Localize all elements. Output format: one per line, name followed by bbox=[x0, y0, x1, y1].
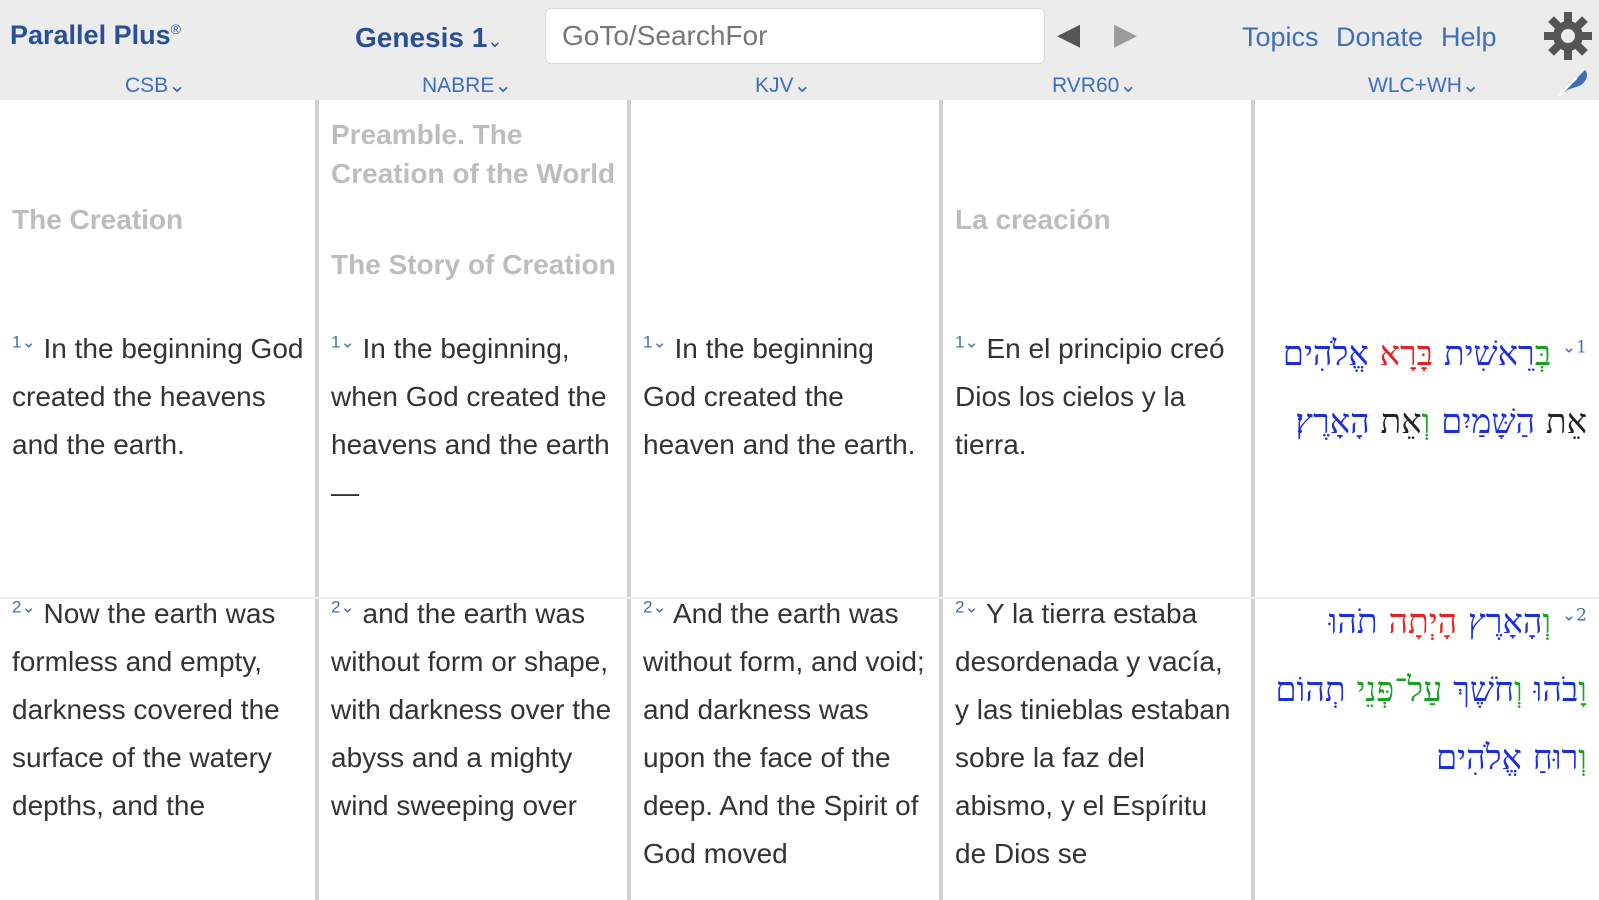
hebrew-word[interactable]: אֱלֹהִים bbox=[1283, 334, 1369, 374]
hebrew-word[interactable]: רוּחַ bbox=[1533, 738, 1579, 778]
chevron-down-icon: ⌄ bbox=[487, 31, 503, 51]
hebrew-word[interactable]: אֵת bbox=[1546, 402, 1587, 442]
search-input[interactable] bbox=[545, 8, 1045, 64]
verse-number[interactable]: 1⌄ bbox=[955, 333, 979, 352]
verse-2: 2⌄ and the earth was without form or sha… bbox=[331, 590, 617, 830]
hebrew-word[interactable]: הָיְתָה bbox=[1388, 602, 1457, 642]
chevron-down-icon: ⌄ bbox=[494, 74, 512, 97]
chevron-down-icon: ⌄ bbox=[168, 74, 186, 97]
verse-1: 1⌄ En el principio creó Dios los cielos … bbox=[955, 325, 1241, 469]
verse-text: In the beginning God created the heavens… bbox=[12, 333, 304, 460]
section-heading: Preamble. The Creation of the World bbox=[331, 119, 616, 189]
hebrew-word[interactable]: הַשָּׁמַיִם bbox=[1441, 402, 1535, 442]
verse-2: 2⌄ Y la tierra estaba desordenada y vací… bbox=[955, 590, 1241, 878]
chevron-down-icon: ⌄ bbox=[1461, 74, 1480, 97]
top-bar: Parallel Plus® Genesis 1⌄ ◀ ▶ Topics Don… bbox=[0, 0, 1599, 100]
verse-number[interactable]: 1⌄ bbox=[1562, 338, 1587, 358]
verse-text: Now the earth was formless and empty, da… bbox=[12, 598, 280, 821]
registered-mark: ® bbox=[170, 21, 181, 37]
previous-chapter-icon[interactable]: ◀ bbox=[1057, 17, 1080, 52]
help-link[interactable]: Help bbox=[1441, 22, 1497, 53]
column-rvr60: La creación 1⌄ En el principio creó Dios… bbox=[943, 100, 1251, 900]
feather-icon[interactable] bbox=[1555, 66, 1591, 98]
hebrew-word[interactable]: בְּ bbox=[1535, 334, 1551, 374]
section-heading: The Creation bbox=[12, 204, 184, 235]
chevron-down-icon: ⌄ bbox=[793, 74, 812, 97]
verse-number[interactable]: 1⌄ bbox=[12, 333, 36, 352]
hebrew-word[interactable]: הָאָרֶץ׃ bbox=[1295, 402, 1369, 442]
hebrew-word[interactable]: תֹהוּ bbox=[1329, 602, 1378, 642]
hebrew-word[interactable]: וְ bbox=[1578, 738, 1587, 778]
hebrew-word[interactable]: אֱלֹהִים bbox=[1436, 738, 1522, 778]
hebrew-word[interactable]: בֹהוּ bbox=[1534, 670, 1579, 710]
version-selector-csb[interactable]: CSB⌄ bbox=[125, 73, 186, 98]
hebrew-word[interactable]: חֹשֶׁךְ bbox=[1453, 670, 1514, 710]
book-chapter-selector[interactable]: Genesis 1⌄ bbox=[355, 22, 502, 54]
version-selector-kjv[interactable]: KJV⌄ bbox=[755, 73, 811, 98]
verse-2: 2⌄ And the earth was without form, and v… bbox=[643, 590, 929, 878]
hebrew-word[interactable]: הָאָרֶץ bbox=[1468, 602, 1542, 642]
column-wlc: 1⌄ בְּרֵאשִׁית בָּרָא אֱלֹהִים אֵת הַשָּ… bbox=[1255, 100, 1599, 900]
hebrew-word[interactable]: עַל־פְּנֵי bbox=[1356, 670, 1442, 710]
gear-icon[interactable] bbox=[1542, 10, 1594, 62]
hebrew-word[interactable]: וָ bbox=[1578, 670, 1587, 710]
column-csb: The Creation 1⌄ In the beginning God cre… bbox=[0, 100, 315, 900]
verse-text: In the beginning God created the heaven … bbox=[643, 333, 916, 460]
verse-1: 1⌄ In the beginning God created the heav… bbox=[643, 325, 929, 469]
hebrew-word[interactable]: וְ bbox=[1542, 602, 1551, 642]
verse-number[interactable]: 2⌄ bbox=[331, 598, 355, 617]
donate-link[interactable]: Donate bbox=[1336, 22, 1423, 53]
verse-2: 2⌄ וְהָאָרֶץ הָיְתָה תֹהוּ וָבֹהוּ וְחֹש… bbox=[1267, 588, 1587, 792]
version-selector-rvr60[interactable]: RVR60⌄ bbox=[1052, 73, 1137, 98]
verse-text: and the earth was without form or shape,… bbox=[331, 598, 612, 821]
next-chapter-icon[interactable]: ▶ bbox=[1114, 17, 1137, 52]
hebrew-word[interactable]: וְ bbox=[1422, 402, 1431, 442]
verse-text: And the earth was without form, and void… bbox=[643, 598, 925, 869]
version-selector-wlc[interactable]: WLC+WH⌄ bbox=[1368, 73, 1480, 98]
verse-number[interactable]: 1⌄ bbox=[643, 333, 667, 352]
verse-number[interactable]: 1⌄ bbox=[331, 333, 355, 352]
verse-text: In the beginning, when God created the h… bbox=[331, 333, 610, 508]
hebrew-word[interactable]: אֵת bbox=[1380, 402, 1421, 442]
app-title: Parallel Plus bbox=[10, 20, 171, 50]
section-heading: La creación bbox=[955, 204, 1111, 235]
verse-text: En el principio creó Dios los cielos y l… bbox=[955, 333, 1225, 460]
chevron-down-icon: ⌄ bbox=[1119, 74, 1137, 97]
verse-1: 1⌄ בְּרֵאשִׁית בָּרָא אֱלֹהִים אֵת הַשָּ… bbox=[1267, 320, 1587, 456]
version-selector-nabre[interactable]: NABRE⌄ bbox=[422, 73, 512, 98]
section-subheading: The Story of Creation bbox=[331, 249, 616, 280]
verse-text: Y la tierra estaba desordenada y vacía, … bbox=[955, 598, 1231, 869]
verse-1: 1⌄ In the beginning God created the heav… bbox=[12, 325, 305, 469]
verse-number[interactable]: 2⌄ bbox=[955, 598, 979, 617]
app-logo[interactable]: Parallel Plus® bbox=[10, 20, 181, 51]
hebrew-word[interactable]: רֵאשִׁית bbox=[1444, 334, 1535, 374]
verse-number[interactable]: 2⌄ bbox=[12, 598, 36, 617]
topics-link[interactable]: Topics bbox=[1242, 22, 1319, 53]
book-chapter-label: Genesis 1 bbox=[355, 22, 488, 53]
verse-2: 2⌄ Now the earth was formless and empty,… bbox=[12, 590, 305, 830]
verse-1: 1⌄ In the beginning, when God created th… bbox=[331, 325, 617, 517]
verse-number[interactable]: 2⌄ bbox=[1562, 606, 1587, 626]
hebrew-word[interactable]: תְהוֹם bbox=[1275, 670, 1345, 710]
column-nabre: Preamble. The Creation of the World The … bbox=[319, 100, 627, 900]
hebrew-word[interactable]: וְ bbox=[1514, 670, 1523, 710]
hebrew-word[interactable]: בָּרָא bbox=[1380, 334, 1434, 374]
column-kjv: 1⌄ In the beginning God created the heav… bbox=[631, 100, 939, 900]
verse-number[interactable]: 2⌄ bbox=[643, 598, 667, 617]
